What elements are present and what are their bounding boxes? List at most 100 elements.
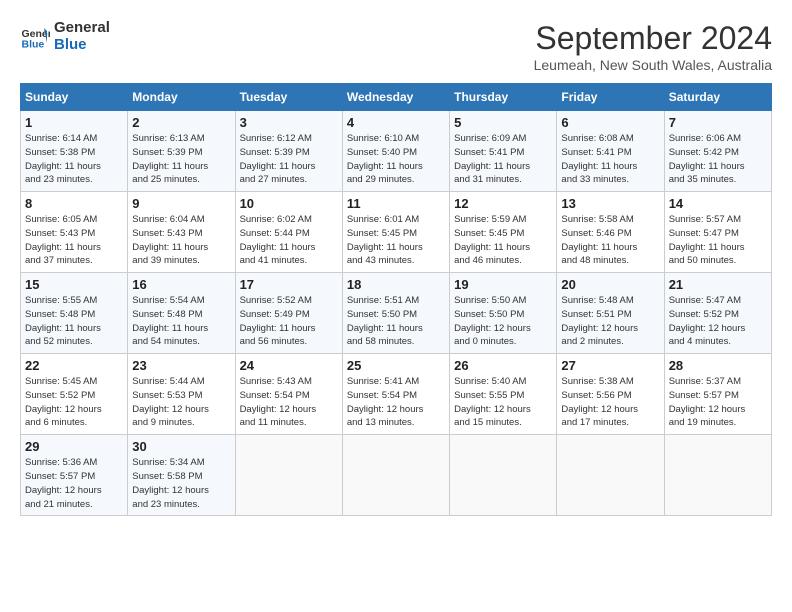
day-info: Sunrise: 5:59 AM Sunset: 5:45 PM Dayligh… (454, 213, 552, 268)
day-number: 4 (347, 115, 445, 130)
day-info: Sunrise: 6:02 AM Sunset: 5:44 PM Dayligh… (240, 213, 338, 268)
day-info: Sunrise: 5:50 AM Sunset: 5:50 PM Dayligh… (454, 294, 552, 349)
calendar-cell: 5 Sunrise: 6:09 AM Sunset: 5:41 PM Daylig… (450, 111, 557, 192)
day-info: Sunrise: 5:37 AM Sunset: 5:57 PM Dayligh… (669, 375, 767, 430)
day-number: 16 (132, 277, 230, 292)
calendar-cell: 11 Sunrise: 6:01 AM Sunset: 5:45 PM Dayli… (342, 192, 449, 273)
month-title: September 2024 (534, 20, 772, 57)
logo-line2: Blue (54, 37, 110, 54)
calendar-cell: 4 Sunrise: 6:10 AM Sunset: 5:40 PM Daylig… (342, 111, 449, 192)
calendar-cell: 6 Sunrise: 6:08 AM Sunset: 5:41 PM Daylig… (557, 111, 664, 192)
calendar-cell: 20Sunrise: 5:48 AM Sunset: 5:51 PM Dayli… (557, 273, 664, 354)
calendar-cell: 18Sunrise: 5:51 AM Sunset: 5:50 PM Dayli… (342, 273, 449, 354)
day-number: 9 (132, 196, 230, 211)
calendar-cell: 19 Sunrise: 5:50 AM Sunset: 5:50 PM Dayli… (450, 273, 557, 354)
day-info: Sunrise: 6:06 AM Sunset: 5:42 PM Dayligh… (669, 132, 767, 187)
day-number: 6 (561, 115, 659, 130)
day-info: Sunrise: 6:13 AM Sunset: 5:39 PM Dayligh… (132, 132, 230, 187)
calendar-cell: 25Sunrise: 5:41 AM Sunset: 5:54 PM Dayli… (342, 354, 449, 435)
day-info: Sunrise: 6:09 AM Sunset: 5:41 PM Dayligh… (454, 132, 552, 187)
day-number: 12 (454, 196, 552, 211)
day-number: 30 (132, 439, 230, 454)
day-info: Sunrise: 5:43 AM Sunset: 5:54 PM Dayligh… (240, 375, 338, 430)
calendar-cell (235, 435, 342, 516)
day-number: 21 (669, 277, 767, 292)
weekday-header-tuesday: Tuesday (235, 84, 342, 111)
day-number: 18 (347, 277, 445, 292)
day-info: Sunrise: 6:10 AM Sunset: 5:40 PM Dayligh… (347, 132, 445, 187)
calendar-header: SundayMondayTuesdayWednesdayThursdayFrid… (21, 84, 772, 111)
weekday-header-thursday: Thursday (450, 84, 557, 111)
calendar-cell: 15Sunrise: 5:55 AM Sunset: 5:48 PM Dayli… (21, 273, 128, 354)
logo-icon: General Blue (20, 22, 50, 52)
weekday-header-friday: Friday (557, 84, 664, 111)
day-info: Sunrise: 5:34 AM Sunset: 5:58 PM Dayligh… (132, 456, 230, 511)
day-info: Sunrise: 5:57 AM Sunset: 5:47 PM Dayligh… (669, 213, 767, 268)
calendar-cell: 7Sunrise: 6:06 AM Sunset: 5:42 PM Daylig… (664, 111, 771, 192)
day-info: Sunrise: 5:52 AM Sunset: 5:49 PM Dayligh… (240, 294, 338, 349)
day-info: Sunrise: 6:14 AM Sunset: 5:38 PM Dayligh… (25, 132, 123, 187)
day-number: 8 (25, 196, 123, 211)
day-info: Sunrise: 5:55 AM Sunset: 5:48 PM Dayligh… (25, 294, 123, 349)
calendar-cell: 13 Sunrise: 5:58 AM Sunset: 5:46 PM Dayli… (557, 192, 664, 273)
day-info: Sunrise: 5:38 AM Sunset: 5:56 PM Dayligh… (561, 375, 659, 430)
day-info: Sunrise: 5:47 AM Sunset: 5:52 PM Dayligh… (669, 294, 767, 349)
day-number: 19 (454, 277, 552, 292)
calendar-cell: 14 Sunrise: 5:57 AM Sunset: 5:47 PM Dayli… (664, 192, 771, 273)
calendar-cell: 8 Sunrise: 6:05 AM Sunset: 5:43 PM Daylig… (21, 192, 128, 273)
calendar-cell: 22 Sunrise: 5:45 AM Sunset: 5:52 PM Dayli… (21, 354, 128, 435)
day-number: 17 (240, 277, 338, 292)
calendar-cell (557, 435, 664, 516)
calendar-cell: 27 Sunrise: 5:38 AM Sunset: 5:56 PM Dayli… (557, 354, 664, 435)
calendar-cell: 9Sunrise: 6:04 AM Sunset: 5:43 PM Daylig… (128, 192, 235, 273)
svg-text:Blue: Blue (22, 38, 45, 50)
weekday-header-monday: Monday (128, 84, 235, 111)
day-number: 22 (25, 358, 123, 373)
day-number: 27 (561, 358, 659, 373)
calendar-cell: 12 Sunrise: 5:59 AM Sunset: 5:45 PM Dayli… (450, 192, 557, 273)
weekday-header-saturday: Saturday (664, 84, 771, 111)
day-info: Sunrise: 5:54 AM Sunset: 5:48 PM Dayligh… (132, 294, 230, 349)
day-number: 5 (454, 115, 552, 130)
day-info: Sunrise: 6:12 AM Sunset: 5:39 PM Dayligh… (240, 132, 338, 187)
calendar-cell: 28 Sunrise: 5:37 AM Sunset: 5:57 PM Dayli… (664, 354, 771, 435)
calendar-cell: 21 Sunrise: 5:47 AM Sunset: 5:52 PM Dayli… (664, 273, 771, 354)
day-number: 29 (25, 439, 123, 454)
day-info: Sunrise: 6:05 AM Sunset: 5:43 PM Dayligh… (25, 213, 123, 268)
calendar-cell: 17 Sunrise: 5:52 AM Sunset: 5:49 PM Dayli… (235, 273, 342, 354)
calendar-cell (342, 435, 449, 516)
day-number: 11 (347, 196, 445, 211)
day-number: 28 (669, 358, 767, 373)
calendar-cell: 1 Sunrise: 6:14 AM Sunset: 5:38 PM Daylig… (21, 111, 128, 192)
calendar-cell: 16 Sunrise: 5:54 AM Sunset: 5:48 PM Dayli… (128, 273, 235, 354)
calendar-cell: 10Sunrise: 6:02 AM Sunset: 5:44 PM Dayli… (235, 192, 342, 273)
calendar-table: SundayMondayTuesdayWednesdayThursdayFrid… (20, 83, 772, 516)
day-number: 24 (240, 358, 338, 373)
day-info: Sunrise: 6:01 AM Sunset: 5:45 PM Dayligh… (347, 213, 445, 268)
day-info: Sunrise: 5:58 AM Sunset: 5:46 PM Dayligh… (561, 213, 659, 268)
calendar-cell (664, 435, 771, 516)
title-block: September 2024 Leumeah, New South Wales,… (534, 20, 772, 73)
calendar-cell: 3Sunrise: 6:12 AM Sunset: 5:39 PM Daylig… (235, 111, 342, 192)
day-info: Sunrise: 5:44 AM Sunset: 5:53 PM Dayligh… (132, 375, 230, 430)
day-number: 14 (669, 196, 767, 211)
day-info: Sunrise: 5:48 AM Sunset: 5:51 PM Dayligh… (561, 294, 659, 349)
calendar-cell: 24 Sunrise: 5:43 AM Sunset: 5:54 PM Dayli… (235, 354, 342, 435)
day-number: 13 (561, 196, 659, 211)
day-number: 26 (454, 358, 552, 373)
logo-line1: General (54, 20, 110, 37)
day-info: Sunrise: 5:41 AM Sunset: 5:54 PM Dayligh… (347, 375, 445, 430)
calendar-cell: 2Sunrise: 6:13 AM Sunset: 5:39 PM Daylig… (128, 111, 235, 192)
weekday-header-sunday: Sunday (21, 84, 128, 111)
day-info: Sunrise: 5:36 AM Sunset: 5:57 PM Dayligh… (25, 456, 123, 511)
day-number: 23 (132, 358, 230, 373)
calendar-cell: 29 Sunrise: 5:36 AM Sunset: 5:57 PM Dayli… (21, 435, 128, 516)
calendar-cell (450, 435, 557, 516)
page-header: General Blue General Blue September 2024… (20, 20, 772, 73)
calendar-cell: 23 Sunrise: 5:44 AM Sunset: 5:53 PM Dayli… (128, 354, 235, 435)
day-info: Sunrise: 6:08 AM Sunset: 5:41 PM Dayligh… (561, 132, 659, 187)
day-number: 1 (25, 115, 123, 130)
calendar-cell: 30 Sunrise: 5:34 AM Sunset: 5:58 PM Dayli… (128, 435, 235, 516)
day-info: Sunrise: 5:45 AM Sunset: 5:52 PM Dayligh… (25, 375, 123, 430)
logo: General Blue General Blue (20, 20, 110, 53)
